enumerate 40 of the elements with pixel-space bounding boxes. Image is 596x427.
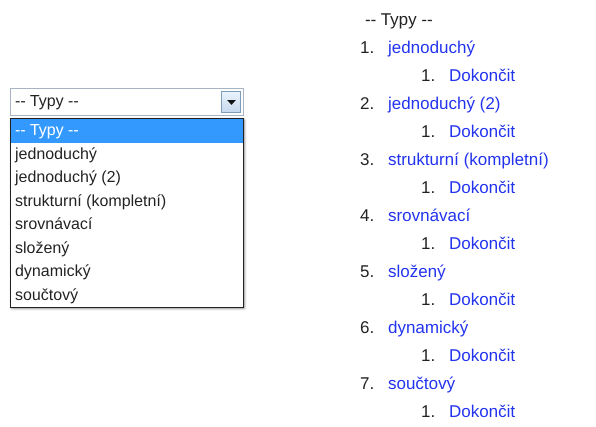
dropdown-option[interactable]: strukturní (kompletní) bbox=[11, 190, 243, 213]
list-number: 2. bbox=[360, 93, 376, 115]
list-link[interactable]: Dokončit bbox=[449, 118, 516, 146]
dropdown-option[interactable]: složený bbox=[11, 236, 243, 260]
list-link[interactable]: jednoduchý (2) bbox=[388, 90, 500, 118]
caret-icon bbox=[226, 100, 236, 104]
list-link[interactable]: dynamický bbox=[388, 314, 468, 342]
dropdown-option[interactable]: součtový bbox=[11, 284, 243, 307]
dropdown-option[interactable]: jednoduchý (2) bbox=[11, 166, 243, 190]
list-link[interactable]: Dokončit bbox=[449, 286, 516, 314]
list-link[interactable]: Dokončit bbox=[449, 62, 516, 90]
list-number: 1. bbox=[421, 401, 436, 423]
list-link[interactable]: Dokončit bbox=[449, 398, 516, 426]
dropdown-option[interactable]: jednoduchý bbox=[11, 142, 243, 166]
list-number: 1. bbox=[421, 289, 436, 311]
list-link[interactable]: Dokončit bbox=[449, 174, 516, 202]
list-number: 1. bbox=[421, 121, 436, 143]
dropdown-button[interactable] bbox=[221, 91, 241, 113]
list-number: 6. bbox=[360, 317, 376, 339]
list-number: 7. bbox=[360, 373, 376, 395]
list-number: 4. bbox=[360, 205, 376, 227]
dropdown-option[interactable]: dynamický bbox=[11, 260, 243, 284]
list-heading: -- Typy -- bbox=[364, 9, 434, 31]
list-link[interactable]: srovnávací bbox=[388, 202, 470, 230]
list-link[interactable]: součtový bbox=[388, 370, 456, 398]
list-number: 1. bbox=[421, 233, 436, 255]
list-number: 5. bbox=[360, 261, 376, 283]
list-link[interactable]: Dokončit bbox=[449, 342, 516, 370]
list-link[interactable]: jednoduchý bbox=[388, 34, 475, 62]
list-link[interactable]: strukturní (kompletní) bbox=[388, 146, 549, 174]
select-field[interactable]: -- Typy -- bbox=[10, 88, 244, 116]
list-number: 1. bbox=[421, 65, 436, 87]
list-link[interactable]: Dokončit bbox=[449, 230, 516, 258]
select-value: -- Typy -- bbox=[15, 94, 80, 110]
list-number: 1. bbox=[421, 177, 436, 199]
list-number: 1. bbox=[360, 37, 376, 59]
list-number: 1. bbox=[421, 345, 436, 367]
list-number: 3. bbox=[360, 149, 376, 171]
list-link[interactable]: složený bbox=[388, 258, 446, 286]
dropdown-option[interactable]: srovnávací bbox=[11, 213, 243, 236]
